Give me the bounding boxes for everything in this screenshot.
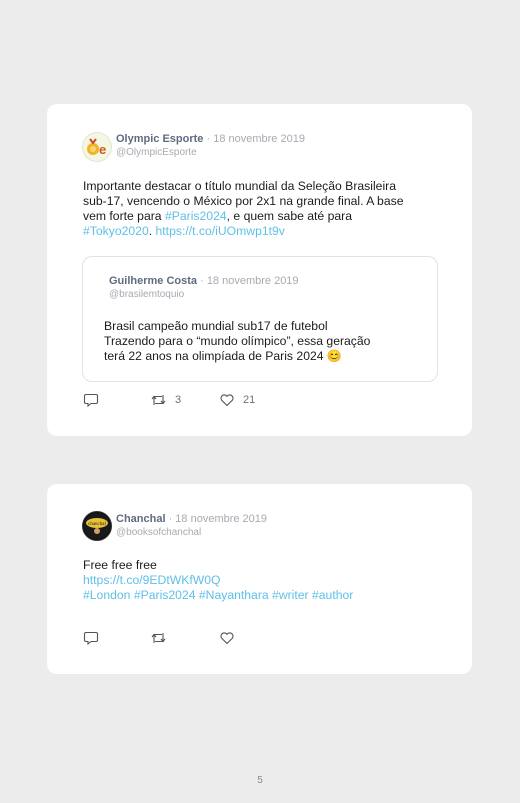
avatar[interactable]: e — [82, 132, 112, 162]
retweet-icon — [151, 395, 166, 405]
like-button[interactable]: 21 — [219, 392, 255, 408]
hashtags[interactable]: #London #Paris2024 #Nayanthara #writer #… — [83, 588, 453, 603]
quoted-tweet-text: Brasil campeão mundial sub17 de futebol … — [104, 319, 371, 363]
reply-icon — [83, 631, 99, 646]
author-name[interactable]: Chanchal · 18 novembre 2019 — [116, 513, 267, 525]
reply-button[interactable] — [83, 392, 99, 408]
chanchal-avatar-icon: chanchal — [84, 513, 110, 539]
retweet-button[interactable]: 3 — [150, 392, 181, 408]
svg-text:e: e — [99, 142, 106, 157]
retweet-button[interactable] — [150, 630, 175, 646]
smiling-emoji: 😊 — [326, 349, 343, 363]
tweet-url-link[interactable]: https://t.co/iUOmwp1t9v — [156, 224, 285, 238]
tweet-date: · 18 novembre 2019 — [168, 513, 268, 525]
quoted-tweet-date: · 18 novembre 2019 — [200, 275, 299, 287]
quoted-author-handle[interactable]: @brasilemtoquio — [109, 289, 184, 300]
reply-icon — [83, 393, 99, 408]
tweet-actions — [83, 630, 443, 646]
author-name[interactable]: Olympic Esporte · 18 novembre 2019 — [116, 133, 305, 145]
like-button[interactable] — [219, 630, 243, 646]
like-count: 21 — [243, 394, 256, 406]
tweet-actions: 3 21 — [83, 392, 443, 408]
tweet-date: · 18 novembre 2019 — [206, 133, 305, 145]
tweet-card: e Olympic Esporte · 18 novembre 2019 @Ol… — [47, 104, 472, 436]
tweet-url-link[interactable]: https://t.co/9EDtWKfW0Q — [83, 573, 453, 588]
svg-text:chanchal: chanchal — [88, 522, 106, 527]
quoted-tweet[interactable]: Guilherme Costa · 18 novembre 2019 @bras… — [82, 256, 438, 382]
retweet-icon — [151, 633, 166, 643]
author-handle[interactable]: @booksofchanchal — [116, 527, 201, 538]
heart-icon — [220, 394, 234, 407]
retweet-count: 3 — [175, 394, 182, 406]
hashtag-link[interactable]: #Paris2024 — [165, 209, 227, 223]
heart-icon — [220, 632, 234, 645]
olympic-esporte-logo-icon: e — [87, 138, 106, 157]
quoted-author-name[interactable]: Guilherme Costa · 18 novembre 2019 — [109, 275, 299, 287]
reply-button[interactable] — [83, 630, 99, 646]
tweet-card: chanchal Chanchal · 18 novembre 2019 @bo… — [47, 484, 472, 674]
author-handle[interactable]: @OlympicEsporte — [116, 147, 197, 158]
avatar[interactable]: chanchal — [82, 511, 112, 541]
hashtag-link[interactable]: #Tokyo2020 — [83, 224, 149, 238]
tweet-text: Free free free https://t.co/9EDtWKfW0Q #… — [83, 558, 453, 603]
tweet-text: Importante destacar o título mundial da … — [83, 179, 404, 238]
page-number: 5 — [257, 775, 263, 786]
